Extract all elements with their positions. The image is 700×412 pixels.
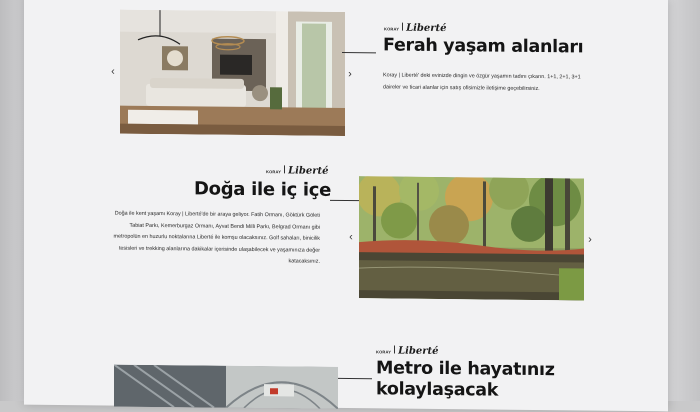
carousel-next-arrow[interactable]: › <box>345 68 355 80</box>
carousel-next-arrow[interactable]: › <box>585 234 595 246</box>
chevron-right-icon: › <box>588 233 592 246</box>
backdrop-left <box>0 0 26 401</box>
title-connector-line <box>338 377 372 380</box>
section-body-text: Doğa ile kent yaşamı Koray | Liberté'de … <box>113 210 320 266</box>
title-connector-line <box>330 199 362 202</box>
brand-logo: KORAY Liberté <box>266 165 329 177</box>
section-title: Ferah yaşam alanları <box>383 35 584 58</box>
section-metro: KORAY Liberté Metro ile hayatınız kolayl… <box>24 333 668 412</box>
brand-logo: KORAY Liberté <box>376 345 439 357</box>
interior-living-room-photo <box>120 9 345 136</box>
section-spacious-living: ‹ › KORAY Liberté Ferah yaşam alanları K… <box>24 0 668 149</box>
brand-logo: KORAY Liberté <box>384 22 447 35</box>
section-nature: KORAY Liberté Doğa ile iç içe Doğa ile k… <box>24 153 668 310</box>
printed-page: ‹ › KORAY Liberté Ferah yaşam alanları K… <box>24 0 668 412</box>
metro-station-photo <box>114 364 338 409</box>
section-title-line-1: Metro ile hayatınız <box>376 358 555 381</box>
section-title: Doğa ile iç içe <box>194 178 332 201</box>
carousel-prev-arrow[interactable]: ‹ <box>346 231 356 243</box>
section-body-text: Koray | Liberté' deki evinizde dingin ve… <box>383 72 581 92</box>
chevron-right-icon: › <box>348 68 352 81</box>
forest-lake-photo <box>359 176 584 301</box>
section-title-line-2: kolaylaşacak <box>376 379 499 401</box>
title-connector-line <box>342 51 376 54</box>
chevron-left-icon: ‹ <box>349 231 353 244</box>
chevron-left-icon: ‹ <box>111 65 115 78</box>
backdrop-right <box>666 0 700 401</box>
carousel-prev-arrow[interactable]: ‹ <box>108 66 118 78</box>
